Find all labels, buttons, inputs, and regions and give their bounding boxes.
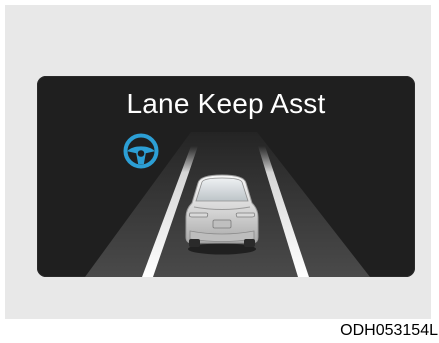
display-title: Lane Keep Asst — [126, 88, 326, 119]
car-rear-icon — [185, 174, 259, 255]
steering-wheel-icon — [123, 133, 159, 169]
figure-code: ODH053154L — [340, 322, 438, 339]
cluster-display: Lane Keep Asst — [37, 76, 415, 277]
